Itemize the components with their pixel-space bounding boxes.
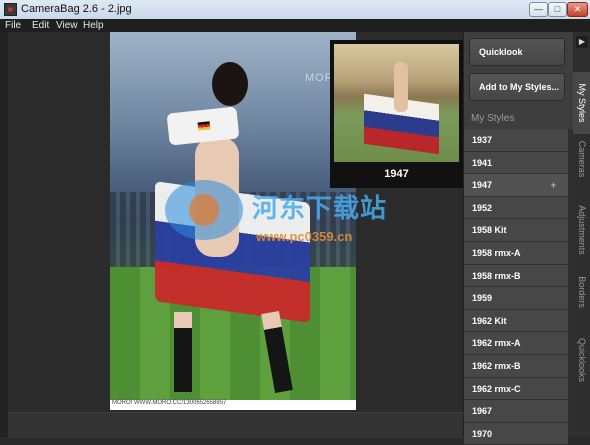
model-leg-right [261,311,293,393]
left-edge-strip [0,32,8,437]
style-item[interactable]: 1941 [464,151,568,175]
watermark-url: www.pc0359.cn [256,229,353,244]
style-item[interactable]: 1967 [464,400,568,423]
style-item-selected[interactable]: 1947 + [464,174,568,197]
style-item[interactable]: 1958 Kit [464,219,568,242]
panel-heading: My Styles [471,113,515,124]
style-item[interactable]: 1958 rmx-B [464,264,568,288]
style-item[interactable]: 1958 rmx-A [464,241,568,265]
model-head [212,62,248,106]
collapse-panel-arrow-icon[interactable]: ▶ [576,36,588,48]
style-item[interactable]: 1970 [464,422,568,445]
style-item[interactable]: 1959 [464,287,568,310]
tab-borders[interactable]: Borders [573,267,590,317]
quicklook-figure [394,62,408,112]
tab-quicklooks[interactable]: Quicklooks [573,322,590,397]
camerabag-app-icon [4,3,17,16]
style-list: 1937 1941 1947 + 1952 1958 Kit 1958 rmx-A… [464,129,568,445]
style-item-label: 1962 rmx-A [472,338,521,349]
style-item[interactable]: 1962 rmx-C [464,377,568,401]
style-item-label: 1967 [472,406,493,417]
menu-edit[interactable]: Edit [32,19,49,32]
menu-view[interactable]: View [56,19,78,32]
menu-bar: File Edit View Help [0,19,590,32]
style-item-label: 1958 rmx-A [472,247,521,258]
quicklook-preview: 1947 [330,40,463,188]
style-item-label: 1970 [472,428,493,439]
quicklook-button[interactable]: Quicklook [469,38,565,66]
watermark-text: 河东下载站 [252,193,388,223]
tab-label: My Styles [576,83,587,123]
tab-cameras[interactable]: Cameras [573,134,590,184]
style-item-label: 1962 rmx-C [472,383,521,394]
styles-panel: Quicklook Add to My Styles... My Styles … [463,32,574,445]
tab-my-styles[interactable]: My Styles [573,72,590,134]
add-style-plus-icon[interactable]: + [551,174,556,196]
style-item-label: 1962 rmx-B [472,360,521,371]
maximize-button[interactable]: □ [548,2,567,17]
model-legs [170,311,300,393]
quicklook-style-label: 1947 [384,168,409,180]
tab-adjustments[interactable]: Adjustments [573,192,590,267]
tab-label: Borders [576,276,587,308]
photo-caption: MORO! WWW.MORO.CC/1300652658857 [112,400,227,406]
window-title: CameraBag 2.6 - 2.jpg [21,3,132,15]
style-item[interactable]: 1962 rmx-B [464,354,568,378]
watermark-logo [165,180,243,240]
style-item-label: 1941 [472,157,493,168]
style-item-label: 1937 [472,135,493,145]
style-item[interactable]: 1962 Kit [464,309,568,333]
quicklook-thumbnail [334,44,459,162]
tab-label: Adjustments [576,204,587,255]
tab-label: Quicklooks [576,337,587,382]
menu-file[interactable]: File [5,19,21,32]
bottom-toolbar [8,412,463,438]
style-item[interactable]: 1952 [464,196,568,220]
tab-label: Cameras [576,140,587,178]
title-bar: CameraBag 2.6 - 2.jpg — □ ✕ [0,0,590,20]
close-button[interactable]: ✕ [567,2,588,17]
style-item-label: 1958 Kit [472,225,507,236]
style-item-label: 1947 [472,180,493,191]
style-item-label: 1952 [472,202,493,213]
style-item-label: 1958 rmx-B [472,270,521,281]
add-to-my-styles-button[interactable]: Add to My Styles... [469,73,565,101]
menu-help[interactable]: Help [83,19,104,32]
style-item[interactable]: 1962 rmx-A [464,332,568,355]
style-item[interactable]: 1937 [464,129,568,152]
minimize-button[interactable]: — [529,2,548,17]
style-item-label: 1962 Kit [472,315,507,326]
model-leg-left [174,312,192,392]
style-item-label: 1959 [472,293,493,304]
side-tabs: ▶ My Styles Cameras Adjustments Borders … [573,32,590,437]
